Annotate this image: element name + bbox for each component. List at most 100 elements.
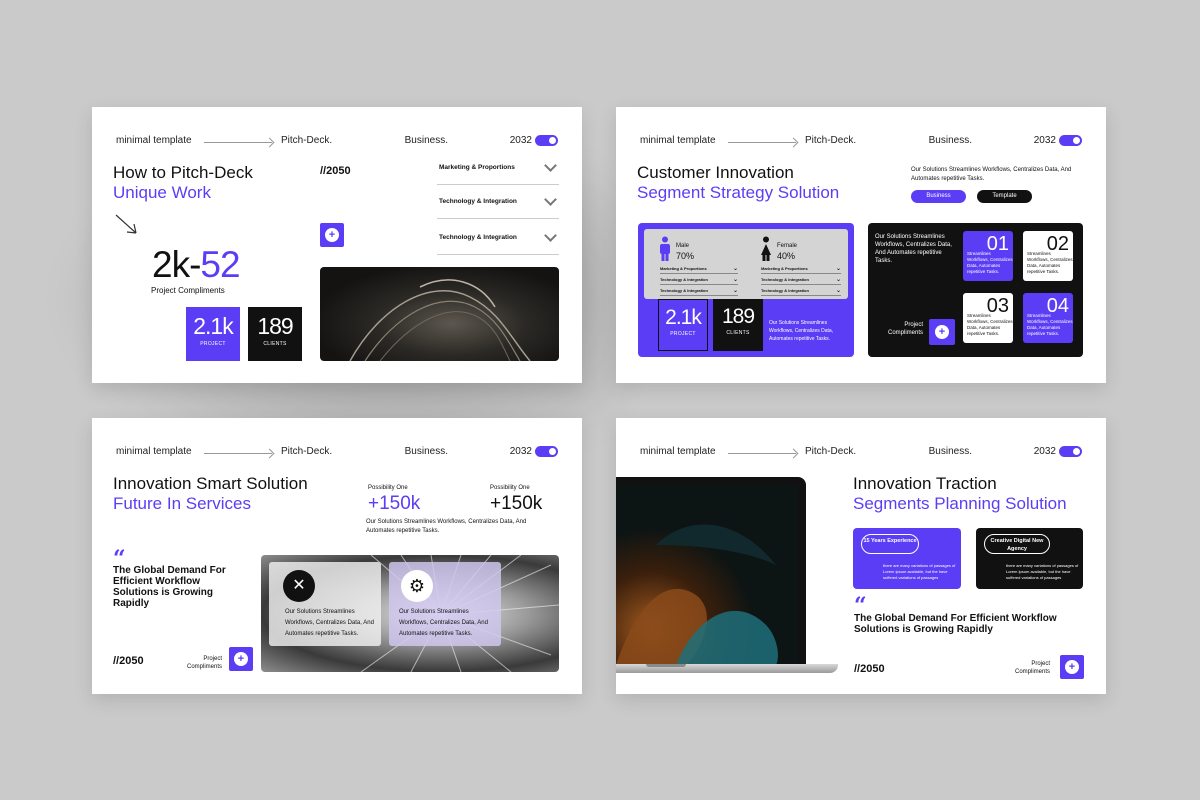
plus-button[interactable]: + bbox=[229, 647, 253, 671]
project-caption: Project Compliments bbox=[1014, 661, 1050, 675]
female-icon bbox=[761, 236, 771, 261]
quote-icon: “ bbox=[854, 593, 867, 619]
laptop-wallpaper bbox=[616, 485, 798, 665]
toggle-switch[interactable] bbox=[1059, 135, 1082, 146]
experience-badge: 15 Years Experience bbox=[861, 534, 919, 554]
toggle-switch[interactable] bbox=[1059, 446, 1082, 457]
slide-title: How to Pitch-Deck Unique Work bbox=[113, 163, 253, 203]
plus-button[interactable]: + bbox=[929, 319, 955, 345]
accordion-label: Technology & Integration bbox=[439, 234, 517, 241]
stat-label: CLIENTS bbox=[263, 341, 287, 347]
header-business-label: Business. bbox=[404, 446, 448, 457]
plus-button[interactable]: + bbox=[1060, 655, 1084, 679]
header-pitchdeck-label: Pitch-Deck. bbox=[281, 135, 333, 146]
quote-text: The Global Demand For Efficient Workflow… bbox=[854, 613, 1057, 635]
header-template-label: minimal template bbox=[640, 135, 716, 146]
title-line: Innovation Traction bbox=[853, 474, 997, 493]
feature-card-04: 04 Streamlines Workflows, Centralizes Da… bbox=[1023, 293, 1073, 343]
plus-icon: + bbox=[935, 325, 949, 339]
laptop-notch bbox=[646, 664, 686, 667]
row-label: Technology & Integration bbox=[660, 277, 708, 282]
year-tag: //2050 bbox=[320, 165, 351, 177]
plus-icon: + bbox=[1065, 660, 1079, 674]
header-year: 2032 bbox=[1033, 446, 1056, 457]
accordion-row-1[interactable]: Marketing & Proportions bbox=[437, 155, 559, 185]
row-label: Marketing & Proportions bbox=[660, 266, 707, 271]
slide-2[interactable]: minimal template Pitch-Deck. Business. 2… bbox=[616, 107, 1106, 383]
plus-icon: + bbox=[325, 228, 339, 242]
male-label: Male bbox=[676, 243, 690, 249]
male-icon bbox=[660, 236, 670, 261]
experience-card: 15 Years Experience there are many varia… bbox=[853, 528, 961, 589]
female-percent: 40% bbox=[777, 251, 796, 261]
card-desc: Streamlines Workflows, Centralizes Data,… bbox=[967, 313, 1013, 336]
stat-value: 189 bbox=[721, 305, 755, 328]
toggle-switch[interactable] bbox=[535, 446, 558, 457]
header-pitchdeck-label: Pitch-Deck. bbox=[805, 135, 857, 146]
male-percent: 70% bbox=[676, 251, 695, 261]
features-caption: Project Compliments bbox=[887, 322, 923, 336]
stat-label: PROJECT bbox=[670, 331, 696, 337]
panel-description: Our Solutions Streamlines Workflows, Cen… bbox=[769, 320, 834, 342]
title-line: Customer Innovation bbox=[637, 163, 794, 182]
female-label: Female bbox=[777, 243, 798, 249]
big-stat-right: 52 bbox=[200, 244, 240, 285]
row-label: Technology & Integration bbox=[761, 288, 809, 293]
service-card-2: ⚙ Our Solutions Streamlines Workflows, C… bbox=[389, 562, 501, 646]
male-row-3[interactable]: Technology & Integration ⌄ bbox=[660, 288, 738, 296]
chevron-down-icon bbox=[544, 193, 557, 206]
stat-value: 2.1k bbox=[193, 313, 233, 339]
agency-desc: there are many variations of passages of… bbox=[1006, 563, 1079, 580]
header-year: 2032 bbox=[1033, 135, 1056, 146]
female-row-2[interactable]: Technology & Integration ⌄ bbox=[761, 277, 841, 285]
slide-header: minimal template Pitch-Deck. Business. 2… bbox=[116, 446, 558, 460]
female-row-1[interactable]: Marketing & Proportions ⌄ bbox=[761, 266, 841, 274]
row-label: Technology & Integration bbox=[761, 277, 809, 282]
male-row-1[interactable]: Marketing & Proportions ⌄ bbox=[660, 266, 738, 274]
agency-badge: Creative Digital New Agency bbox=[984, 534, 1050, 554]
slide-title: Innovation Traction Segments Planning So… bbox=[853, 474, 1067, 514]
possibility-1-label: Possibility One bbox=[368, 485, 408, 491]
slide-1[interactable]: minimal template Pitch-Deck. Business. 2… bbox=[92, 107, 582, 383]
chevron-down-icon bbox=[544, 229, 557, 242]
card-desc: Streamlines Workflows, Centralizes Data,… bbox=[1027, 251, 1073, 274]
slide-4[interactable]: minimal template Pitch-Deck. Business. 2… bbox=[616, 418, 1106, 694]
row-label: Marketing & Proportions bbox=[761, 266, 808, 271]
accordion-label: Marketing & Proportions bbox=[439, 164, 515, 171]
arrow-right-icon bbox=[728, 142, 796, 143]
header-business-label: Business. bbox=[928, 446, 972, 457]
male-row-2[interactable]: Technology & Integration ⌄ bbox=[660, 277, 738, 285]
plus-icon: + bbox=[234, 652, 248, 666]
accordion-label: Technology & Integration bbox=[439, 198, 517, 205]
accordion-row-3[interactable]: Technology & Integration bbox=[437, 225, 559, 255]
stat-card-project: 2.1k PROJECT bbox=[658, 299, 708, 351]
feature-card-01: 01 Streamlines Workflows, Centralizes Da… bbox=[963, 231, 1013, 281]
demographics-panel: Male 70% Female 40% Marketing & Proporti… bbox=[638, 223, 854, 357]
slide-3[interactable]: minimal template Pitch-Deck. Business. 2… bbox=[92, 418, 582, 694]
gear-icon: ⚙ bbox=[401, 570, 433, 602]
toggle-switch[interactable] bbox=[535, 135, 558, 146]
header-business-label: Business. bbox=[928, 135, 972, 146]
title-accent-line: Future In Services bbox=[113, 494, 251, 513]
template-pill[interactable]: Template bbox=[977, 190, 1032, 203]
chevron-down-icon: ⌄ bbox=[732, 266, 738, 272]
stat-value: 2.1k bbox=[665, 306, 702, 329]
project-caption: Project Compliments bbox=[186, 656, 222, 670]
header-pitchdeck-label: Pitch-Deck. bbox=[805, 446, 857, 457]
stat-label: PROJECT bbox=[200, 341, 226, 347]
stat-card-project: 2.1k PROJECT bbox=[186, 307, 240, 361]
tools-icon: ✕ bbox=[283, 570, 315, 602]
accordion-row-2[interactable]: Technology & Integration bbox=[437, 189, 559, 219]
header-pitchdeck-label: Pitch-Deck. bbox=[281, 446, 333, 457]
chevron-down-icon: ⌄ bbox=[835, 288, 841, 294]
title-line: How to Pitch-Deck bbox=[113, 163, 253, 182]
business-pill[interactable]: Business bbox=[911, 190, 966, 203]
laptop-screen bbox=[616, 477, 806, 669]
chevron-down-icon: ⌄ bbox=[732, 288, 738, 294]
card-desc: Streamlines Workflows, Centralizes Data,… bbox=[1027, 313, 1073, 336]
features-panel: Our Solutions Streamlines Workflows, Cen… bbox=[868, 223, 1083, 357]
stat-value: 189 bbox=[257, 313, 293, 339]
demographics-card: Male 70% Female 40% Marketing & Proporti… bbox=[644, 229, 848, 299]
plus-button[interactable]: + bbox=[320, 223, 344, 247]
female-row-3[interactable]: Technology & Integration ⌄ bbox=[761, 288, 841, 296]
